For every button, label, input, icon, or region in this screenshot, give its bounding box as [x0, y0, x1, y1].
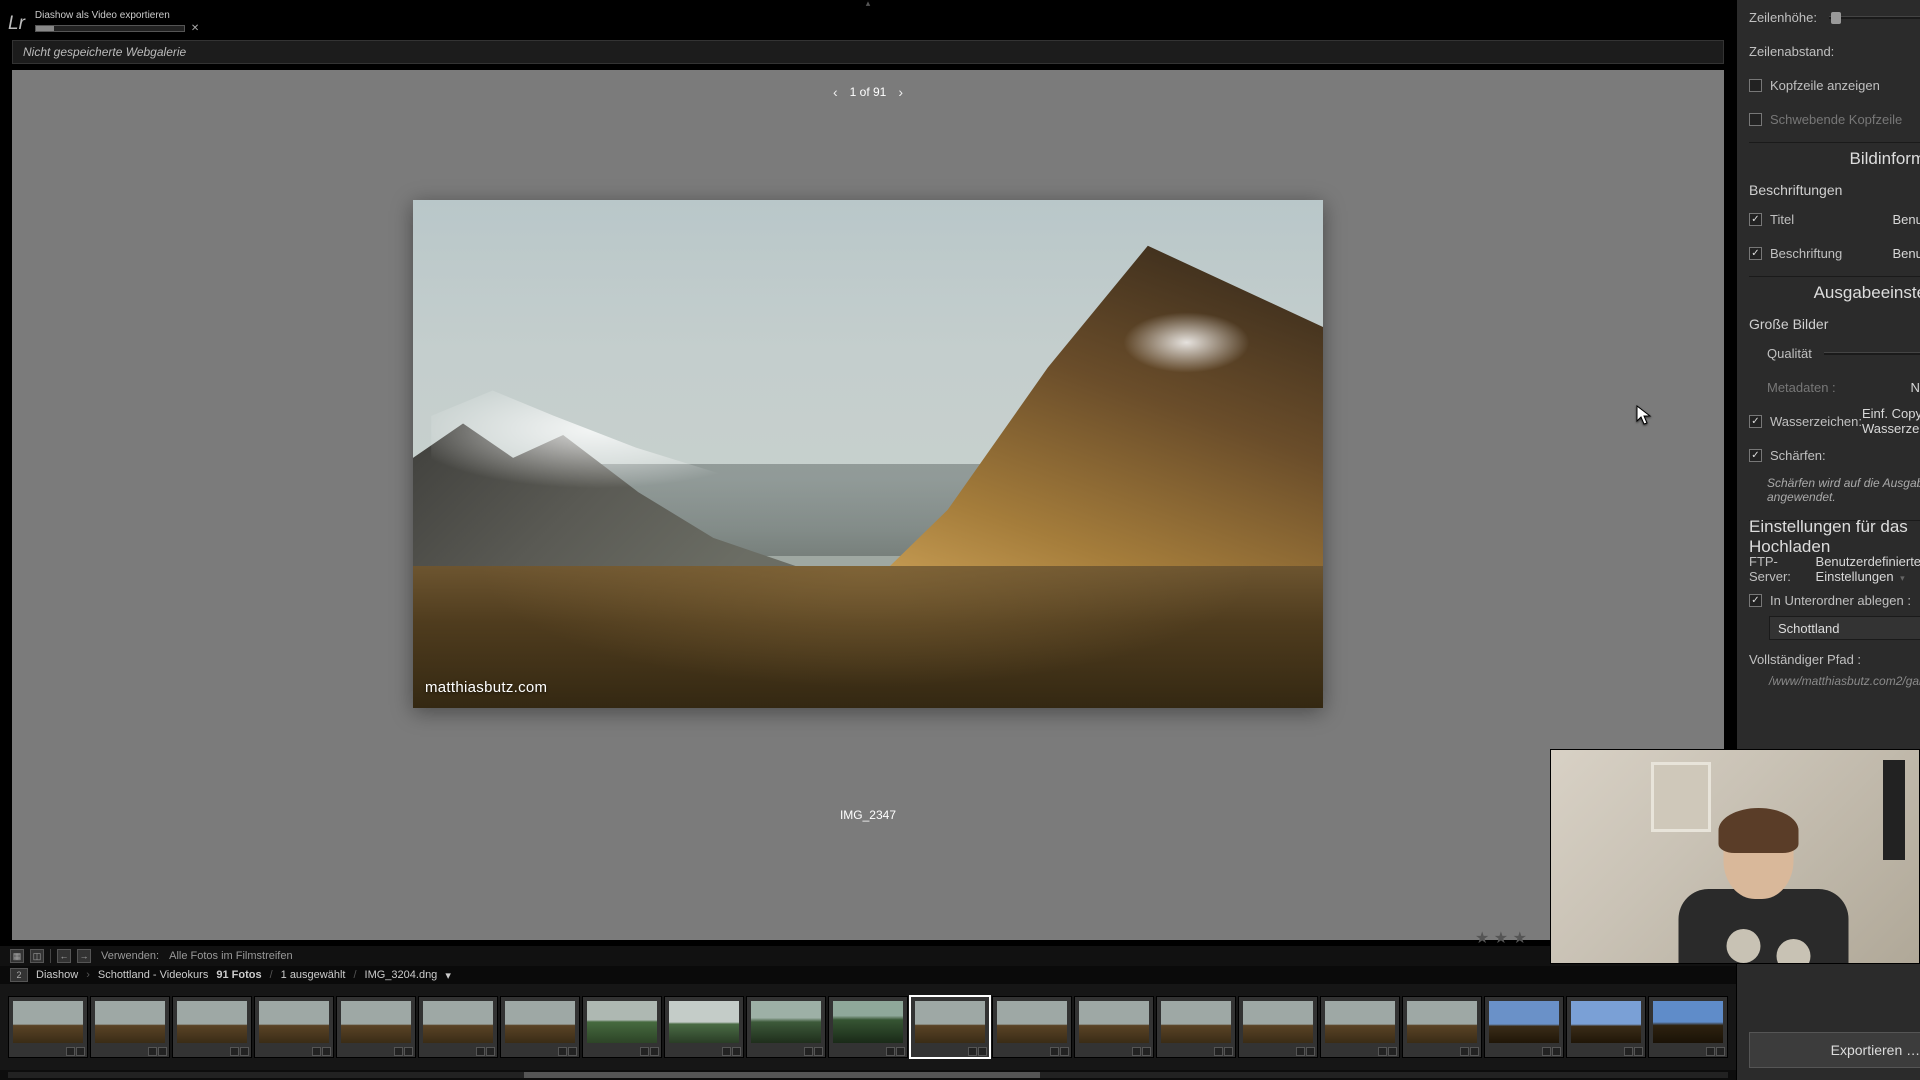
webcam-overlay: [1550, 749, 1920, 964]
export-button[interactable]: Exportieren …: [1749, 1032, 1920, 1068]
thumbnail[interactable]: [664, 996, 744, 1058]
crumb-dropdown-icon[interactable]: ▾: [445, 969, 451, 982]
thumbnail[interactable]: [8, 996, 88, 1058]
thumbnail[interactable]: [582, 996, 662, 1058]
section-image-info[interactable]: Bildinformationen▼: [1749, 142, 1920, 174]
large-images-subhead: Große Bilder: [1749, 316, 1920, 332]
row-spacing-label: Zeilenabstand:: [1749, 44, 1834, 59]
thumbnail[interactable]: [172, 996, 252, 1058]
subfolder-input[interactable]: Schottland: [1769, 616, 1920, 640]
gallery-title-bar: Nicht gespeicherte Webgalerie: [12, 40, 1724, 64]
thumbnail[interactable]: [746, 996, 826, 1058]
filmstrip-scrollbar[interactable]: [8, 1072, 1728, 1078]
export-cancel-icon[interactable]: ✕: [191, 23, 199, 34]
nav-back-icon[interactable]: ←: [57, 949, 71, 963]
thumbnail[interactable]: [500, 996, 580, 1058]
section-output-settings[interactable]: Ausgabeeinstellungen▼: [1749, 276, 1920, 308]
second-monitor-icon[interactable]: 2: [10, 968, 28, 982]
current-filename: IMG_3204.dng: [365, 969, 438, 981]
captions-subhead: Beschriftungen: [1749, 182, 1920, 198]
caption-dropdown[interactable]: Benutzerdefiniert: [1892, 246, 1920, 261]
sharpen-label: Schärfen:: [1770, 448, 1826, 463]
sharpen-checkbox[interactable]: [1749, 449, 1762, 462]
breadcrumb: 2 Diashow› Schottland - Videokurs 91 Fot…: [0, 966, 1736, 984]
thumbnail[interactable]: [418, 996, 498, 1058]
watermark-label: Wasserzeichen:: [1770, 414, 1862, 429]
sharpen-note: Schärfen wird auf die Ausgabe angewendet…: [1749, 472, 1920, 514]
page-indicator: 1 of 91: [850, 85, 887, 99]
app-logo: Lr: [8, 13, 25, 35]
thumbnail[interactable]: [1648, 996, 1728, 1058]
preview-area: ‹ 1 of 91 › matthiasbutz.com IMG_2347: [12, 70, 1724, 940]
quality-label: Qualität: [1767, 346, 1812, 361]
row-height-label: Zeilenhöhe:: [1749, 10, 1817, 25]
thumbnail[interactable]: [1402, 996, 1482, 1058]
title-dropdown[interactable]: Benutzerdefiniert: [1892, 212, 1920, 227]
compare-view-icon[interactable]: ◫: [30, 949, 44, 963]
title-label: Titel: [1770, 212, 1794, 227]
thumbnail[interactable]: [1320, 996, 1400, 1058]
crumb-module[interactable]: Diashow: [36, 969, 78, 981]
row-height-slider[interactable]: 100: [1829, 10, 1920, 25]
title-checkbox[interactable]: [1749, 213, 1762, 226]
thumbnail[interactable]: [336, 996, 416, 1058]
subfolder-label: In Unterordner ablegen :: [1770, 593, 1911, 608]
thumbnail[interactable]: [1566, 996, 1646, 1058]
metadata-dropdown[interactable]: Nur Copyright: [1911, 380, 1920, 395]
nav-fwd-icon[interactable]: →: [77, 949, 91, 963]
metadata-label: Metadaten :: [1767, 380, 1836, 395]
thumbnail[interactable]: [90, 996, 170, 1058]
floating-header-label: Schwebende Kopfzeile: [1770, 112, 1902, 127]
section-upload-settings[interactable]: Einstellungen für das Hochladen▼: [1749, 520, 1920, 552]
watermark-dropdown[interactable]: Einf. Copyright-Wasserzeichen: [1862, 406, 1920, 436]
thumbnail[interactable]: [1156, 996, 1236, 1058]
next-page-icon[interactable]: ›: [898, 84, 903, 100]
ftp-label: FTP-Server:: [1749, 554, 1816, 584]
caption-checkbox[interactable]: [1749, 247, 1762, 260]
grid-view-icon[interactable]: ▦: [10, 949, 24, 963]
crumb-collection[interactable]: Schottland - Videokurs: [98, 969, 208, 981]
fullpath-label: Vollständiger Pfad :: [1749, 652, 1861, 667]
filmstrip-use-label: Verwenden:: [101, 950, 159, 962]
thumbnail[interactable]: [992, 996, 1072, 1058]
fullpath-value: /www/matthiasbutz.com2/galerie/Schottlan…: [1749, 670, 1920, 702]
photo-count: 91 Fotos: [216, 969, 261, 981]
thumbnail[interactable]: [828, 996, 908, 1058]
watermark-checkbox[interactable]: [1749, 415, 1762, 428]
thumbnail[interactable]: [1074, 996, 1154, 1058]
prev-page-icon[interactable]: ‹: [833, 84, 838, 100]
subfolder-checkbox[interactable]: [1749, 594, 1762, 607]
watermark-text: matthiasbutz.com: [425, 679, 547, 696]
preview-photo[interactable]: matthiasbutz.com: [413, 200, 1323, 708]
thumbnail[interactable]: [254, 996, 334, 1058]
floating-header-checkbox: [1749, 113, 1762, 126]
thumbnail[interactable]: [910, 996, 990, 1058]
quality-slider[interactable]: 80: [1824, 346, 1920, 361]
image-caption: IMG_2347: [840, 808, 896, 822]
export-progress: [35, 25, 185, 32]
export-task-title: Diashow als Video exportieren: [35, 10, 199, 21]
filmstrip-toolbar: ▦ ◫ ← → Verwenden: Alle Fotos im Filmstr…: [0, 946, 1736, 966]
caption-label: Beschriftung: [1770, 246, 1842, 261]
show-header-checkbox[interactable]: [1749, 79, 1762, 92]
filmstrip-filter-value[interactable]: Alle Fotos im Filmstreifen: [169, 950, 292, 962]
thumbnail[interactable]: [1484, 996, 1564, 1058]
rating-stars[interactable]: ★ ★ ★: [1475, 928, 1527, 948]
ftp-dropdown[interactable]: Benutzerdefinierte Einstellungen: [1816, 554, 1920, 584]
show-header-label: Kopfzeile anzeigen: [1770, 78, 1880, 93]
filmstrip[interactable]: [0, 984, 1736, 1070]
thumbnail[interactable]: [1238, 996, 1318, 1058]
selected-count: 1 ausgewählt: [281, 969, 346, 981]
